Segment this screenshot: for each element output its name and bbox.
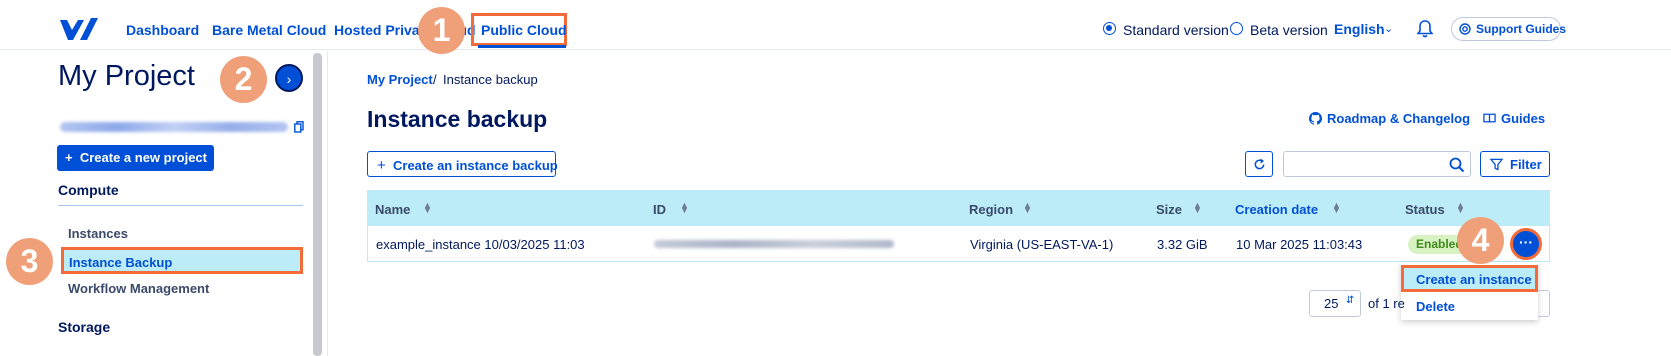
create-project-button[interactable]: + Create a new project — [57, 145, 214, 171]
plus-icon: + — [65, 150, 73, 165]
nav-active-underline — [478, 45, 566, 48]
table-header: Name ▲ ▼ ID ▲ ▼ Region ▲ ▼ Size ▲ ▼ Creation… — [367, 190, 1550, 226]
column-header-status[interactable]: Status — [1405, 202, 1445, 217]
roadmap-changelog-label: Roadmap & Changelog — [1327, 111, 1471, 126]
page-size-value: 25 — [1324, 296, 1339, 311]
filter-button[interactable]: Filter — [1480, 151, 1550, 177]
ovh-logo-icon[interactable] — [60, 16, 98, 42]
table-row: example_instance 10/03/2025 11:03 Virgin… — [367, 226, 1550, 262]
refresh-button[interactable] — [1245, 151, 1273, 177]
breadcrumb-root-link[interactable]: My Project — [367, 72, 433, 87]
more-horizontal-icon: ··· — [1519, 234, 1533, 250]
cell-region: Virginia (US-EAST-VA-1) — [970, 237, 1114, 252]
sidebar-scrollbar[interactable] — [313, 53, 322, 356]
create-instance-backup-label: Create an instance backup — [393, 158, 558, 173]
cell-size: 3.32 GiB — [1157, 237, 1208, 252]
cell-id-blurred — [654, 240, 894, 248]
support-guides-label: Support Guides — [1476, 22, 1566, 36]
plus-icon: + — [377, 157, 386, 174]
project-id-blurred — [60, 122, 288, 132]
pagination-control[interactable] — [1538, 290, 1550, 317]
guides-label: Guides — [1501, 111, 1546, 126]
support-guides-button[interactable]: Support Guides — [1451, 17, 1566, 41]
sort-icon[interactable]: ▲ ▼ — [1456, 201, 1465, 215]
section-title-storage: Storage — [58, 319, 111, 335]
roadmap-changelog-link[interactable]: Roadmap & Changelog — [1309, 111, 1471, 126]
chevron-up-down-icon: ⇵ — [1346, 295, 1355, 306]
sort-icon[interactable]: ▲ ▼ — [680, 201, 689, 215]
sidebar-toggle-button[interactable]: › — [275, 64, 303, 92]
search-icon[interactable] — [1449, 157, 1465, 173]
sort-icon[interactable]: ▲ ▼ — [1193, 201, 1202, 215]
sort-icon[interactable]: ▲ ▼ — [1023, 201, 1032, 215]
nav-bare-metal-cloud[interactable]: Bare Metal Cloud — [212, 22, 326, 38]
breadcrumb-separator: / — [433, 72, 437, 87]
callout-badge-2: 2 — [220, 56, 267, 103]
sort-icon[interactable]: ▲ ▼ — [1332, 201, 1341, 215]
nav-dashboard[interactable]: Dashboard — [126, 22, 199, 38]
column-header-size[interactable]: Size — [1156, 202, 1182, 217]
sidebar-item-instance-backup[interactable]: Instance Backup — [61, 247, 303, 274]
beta-version-radio[interactable] — [1230, 22, 1243, 35]
copy-icon[interactable] — [294, 121, 304, 133]
callout-badge-4: 4 — [1457, 217, 1504, 264]
sort-icon[interactable]: ▲ ▼ — [423, 201, 432, 215]
sidebar-item-workflow-management[interactable]: Workflow Management — [68, 281, 209, 296]
guides-link[interactable]: Guides — [1483, 111, 1546, 126]
beta-version-label[interactable]: Beta version — [1250, 22, 1328, 38]
callout-badge-3: 3 — [6, 238, 53, 285]
sidebar-divider — [327, 51, 328, 356]
github-icon — [1309, 112, 1322, 125]
language-selector[interactable]: English — [1334, 21, 1385, 37]
page-size-select[interactable]: 25 ⇵ — [1309, 290, 1361, 317]
menu-item-create-instance[interactable]: Create an instance — [1401, 265, 1538, 292]
search-input[interactable] — [1283, 151, 1471, 177]
create-project-label: Create a new project — [79, 150, 207, 165]
breadcrumb-current: Instance backup — [443, 72, 538, 87]
filter-icon — [1490, 158, 1503, 171]
pagination-summary: of 1 re — [1368, 296, 1405, 311]
sidebar-item-label: Instance Backup — [69, 255, 173, 270]
sidebar-item-instances[interactable]: Instances — [68, 226, 128, 241]
nav-public-cloud[interactable]: Public Cloud — [481, 22, 567, 38]
section-title-compute: Compute — [58, 182, 119, 198]
book-icon — [1483, 113, 1496, 123]
page-title: Instance backup — [367, 106, 548, 132]
standard-version-label[interactable]: Standard version — [1123, 22, 1229, 38]
create-instance-backup-button[interactable]: + Create an instance backup — [367, 151, 558, 177]
top-navigation-bar: Dashboard Bare Metal Cloud Hosted Privat… — [0, 0, 1671, 50]
column-header-name[interactable]: Name — [375, 202, 410, 217]
filter-label: Filter — [1510, 157, 1542, 172]
menu-item-delete[interactable]: Delete — [1416, 299, 1455, 314]
chevron-down-icon: ⌄ — [1384, 23, 1394, 35]
lifebuoy-icon — [1459, 23, 1471, 35]
cell-name: example_instance 10/03/2025 11:03 — [376, 237, 585, 252]
standard-version-radio[interactable] — [1103, 22, 1116, 35]
row-actions-button[interactable]: ··· — [1510, 228, 1542, 260]
bell-icon[interactable] — [1417, 20, 1433, 38]
section-divider — [58, 205, 303, 206]
project-title: My Project — [58, 60, 195, 92]
cell-creation-date: 10 Mar 2025 11:03:43 — [1236, 237, 1363, 252]
column-header-id[interactable]: ID — [653, 202, 666, 217]
callout-badge-1: 1 — [418, 7, 465, 54]
column-header-creation-date[interactable]: Creation date — [1235, 202, 1318, 217]
refresh-icon — [1254, 158, 1265, 170]
column-header-region[interactable]: Region — [969, 202, 1013, 217]
sidebar — [0, 51, 330, 356]
